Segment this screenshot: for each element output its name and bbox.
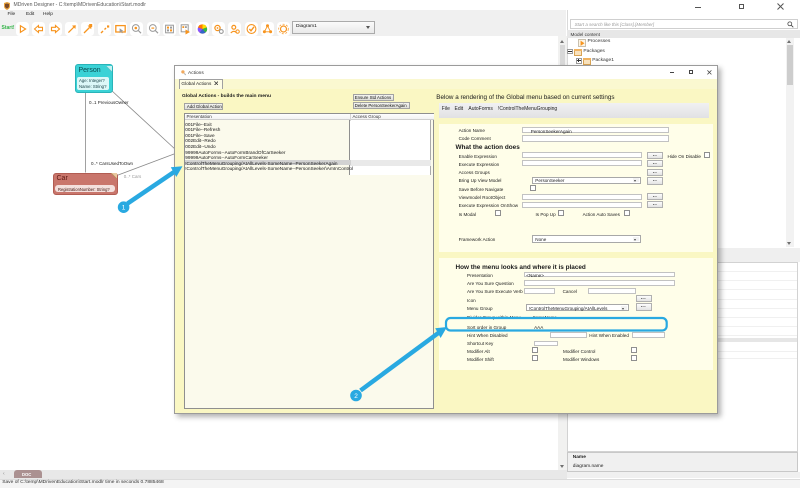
svg-text:1: 1 (122, 205, 126, 212)
svg-text:2: 2 (354, 393, 358, 400)
